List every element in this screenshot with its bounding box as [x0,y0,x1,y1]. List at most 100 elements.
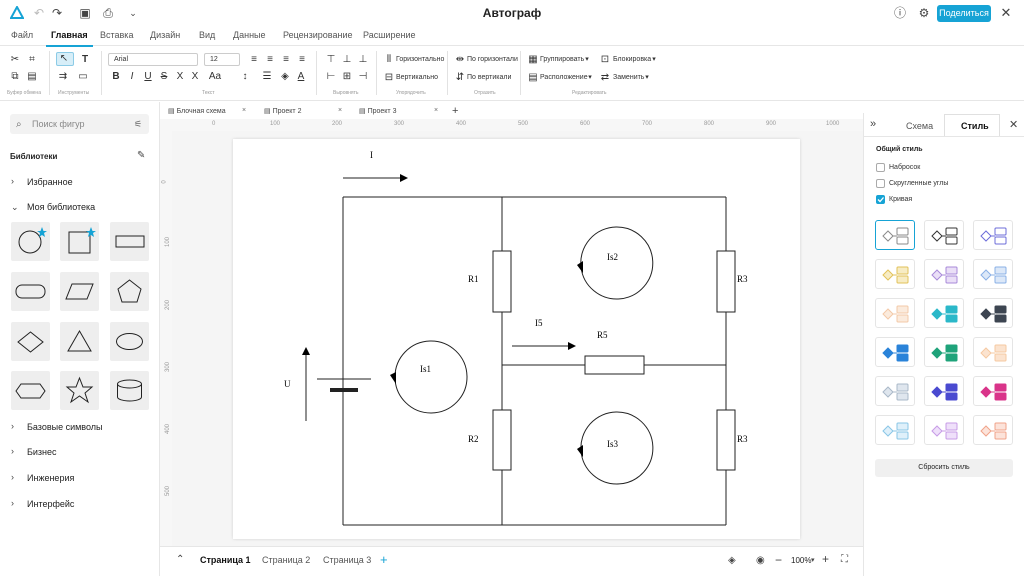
menu-tab-review[interactable]: Рецензирование [283,30,353,40]
align-left-icon[interactable]: ≡ [249,55,259,65]
align-bottom-icon[interactable]: ⊥ [358,55,368,65]
shape-rectangle[interactable] [110,222,149,261]
flip-horizontal-button[interactable]: По горизонтали [467,55,518,65]
reset-style-button[interactable]: Сбросить стиль [875,459,1013,477]
align-obj-center-icon[interactable]: ⊞ [342,72,352,82]
shape-square[interactable] [60,222,99,261]
fill-color-icon[interactable]: ◈ [280,72,290,82]
curve-checkbox[interactable] [876,195,885,204]
cut-icon[interactable]: ✂ [10,55,20,65]
help-icon[interactable]: ⓘ [893,6,907,20]
share-button[interactable]: Поделиться [937,5,991,22]
align-center-icon[interactable]: ≡ [265,55,275,65]
lock-button[interactable]: Блокировка [613,55,651,65]
library-interface[interactable]: Интерфейс [27,499,74,509]
layers-icon[interactable]: ◈ [728,555,736,566]
library-engineering[interactable]: Инженерия [27,473,74,483]
distribute-horizontal-button[interactable]: Горизонтально [396,55,444,65]
list-icon[interactable]: ☰ [262,72,272,82]
style-preset-tile[interactable] [924,337,964,367]
close-icon[interactable]: ✕ [1009,118,1018,131]
settings-gear-icon[interactable]: ⚙ [917,6,931,20]
underline-icon[interactable]: U [143,72,153,82]
style-preset-tile[interactable] [973,298,1013,328]
connector-icon[interactable]: ⇉ [58,72,68,82]
text-case-icon[interactable]: Aa [207,72,223,82]
page-tab-3[interactable]: Страница 3 [323,555,371,565]
lock-dropdown-icon[interactable]: ▾ [649,55,659,65]
library-my-library[interactable]: Моя библиотека [27,202,95,212]
lock-icon[interactable]: ⊡ [600,55,610,65]
zoom-dropdown-icon[interactable]: ▾ [811,556,815,564]
page-tab-2[interactable]: Страница 2 [262,555,310,565]
align-right-icon[interactable]: ≡ [281,55,291,65]
menu-tab-design[interactable]: Дизайн [150,30,180,40]
shape-hexagon[interactable] [11,371,50,410]
shape-cylinder[interactable] [110,371,149,410]
style-preset-tile[interactable] [875,259,915,289]
strikethrough-icon[interactable]: S [159,72,169,82]
style-preset-tile[interactable] [875,376,915,406]
add-page-icon[interactable]: + [380,552,388,567]
style-preset-tile[interactable] [875,298,915,328]
font-color-icon[interactable]: A [296,72,306,82]
flip-vertical-icon[interactable]: ⇵ [455,73,465,83]
doc-tab-project2[interactable]: ▤ Проект 2 [264,107,301,115]
doc-tab-flowchart[interactable]: ▤ Блочная схема [168,107,226,115]
shape-parallelogram[interactable] [60,272,99,311]
style-preset-tile[interactable] [924,415,964,445]
style-preset-tile[interactable] [973,220,1013,250]
library-basic-symbols[interactable]: Базовые символы [27,422,103,432]
font-family-select[interactable]: Arial [108,53,198,66]
align-obj-left-icon[interactable]: ⊢ [326,72,336,82]
zoom-level[interactable]: 100% [791,556,811,565]
style-preset-tile[interactable] [973,415,1013,445]
flip-horizontal-icon[interactable]: ⇹ [455,55,465,65]
style-preset-tile[interactable] [973,259,1013,289]
justify-icon[interactable]: ≡ [297,55,307,65]
align-obj-right-icon[interactable]: ⊣ [358,72,368,82]
resistor-r1[interactable] [492,250,512,313]
align-top-icon[interactable]: ⊤ [326,55,336,65]
resistor-r4[interactable] [716,409,736,471]
line-spacing-icon[interactable]: ↕ [240,72,250,82]
group-dropdown-icon[interactable]: ▾ [582,55,592,65]
shape-triangle[interactable] [60,322,99,361]
shape-pentagon[interactable] [110,272,149,311]
arrange-button[interactable]: Расположение [540,73,588,83]
style-preset-tile[interactable] [875,220,915,250]
menu-tab-view[interactable]: Вид [199,30,215,40]
zoom-in-icon[interactable]: + [822,552,829,566]
style-preset-tile[interactable] [924,376,964,406]
menu-tab-insert[interactable]: Вставка [100,30,133,40]
copy-icon[interactable]: ⧉ [10,72,20,82]
format-painter-icon[interactable]: ⌗ [27,55,37,65]
library-favorites[interactable]: Избранное [27,177,73,187]
replace-button[interactable]: Заменить [613,73,644,83]
bold-icon[interactable]: B [111,72,121,82]
style-preset-tile[interactable] [924,220,964,250]
arrange-icon[interactable]: ▤ [528,73,538,83]
group-icon[interactable]: ▦ [528,55,538,65]
menu-tab-home[interactable]: Главная [46,30,93,47]
distribute-vertical-button[interactable]: Вертикально [396,73,438,83]
close-icon[interactable]: × [242,107,246,114]
flip-vertical-button[interactable]: По вертикали [467,73,511,83]
style-preset-tile[interactable] [973,376,1013,406]
shape-star[interactable] [60,371,99,410]
edit-library-icon[interactable]: ✎ [137,150,145,161]
group-button[interactable]: Группировать [540,55,584,65]
paste-icon[interactable]: ▤ [27,72,37,82]
arrange-dropdown-icon[interactable]: ▾ [585,73,595,83]
play-icon[interactable]: ◉ [756,555,765,566]
close-icon[interactable]: ✕ [999,6,1013,20]
add-tab-icon[interactable]: + [452,105,458,117]
resistor-r3[interactable] [716,250,736,313]
chevron-up-icon[interactable]: ⌃ [176,554,184,565]
distribute-horizontal-icon[interactable]: ⫴ [384,55,394,65]
rounded-corners-checkbox[interactable] [876,179,885,188]
resistor-r2[interactable] [492,409,512,471]
replace-icon[interactable]: ⇄ [600,73,610,83]
menu-tab-file[interactable]: Файл [11,30,33,40]
filter-icon[interactable]: ⚟ [134,119,142,130]
